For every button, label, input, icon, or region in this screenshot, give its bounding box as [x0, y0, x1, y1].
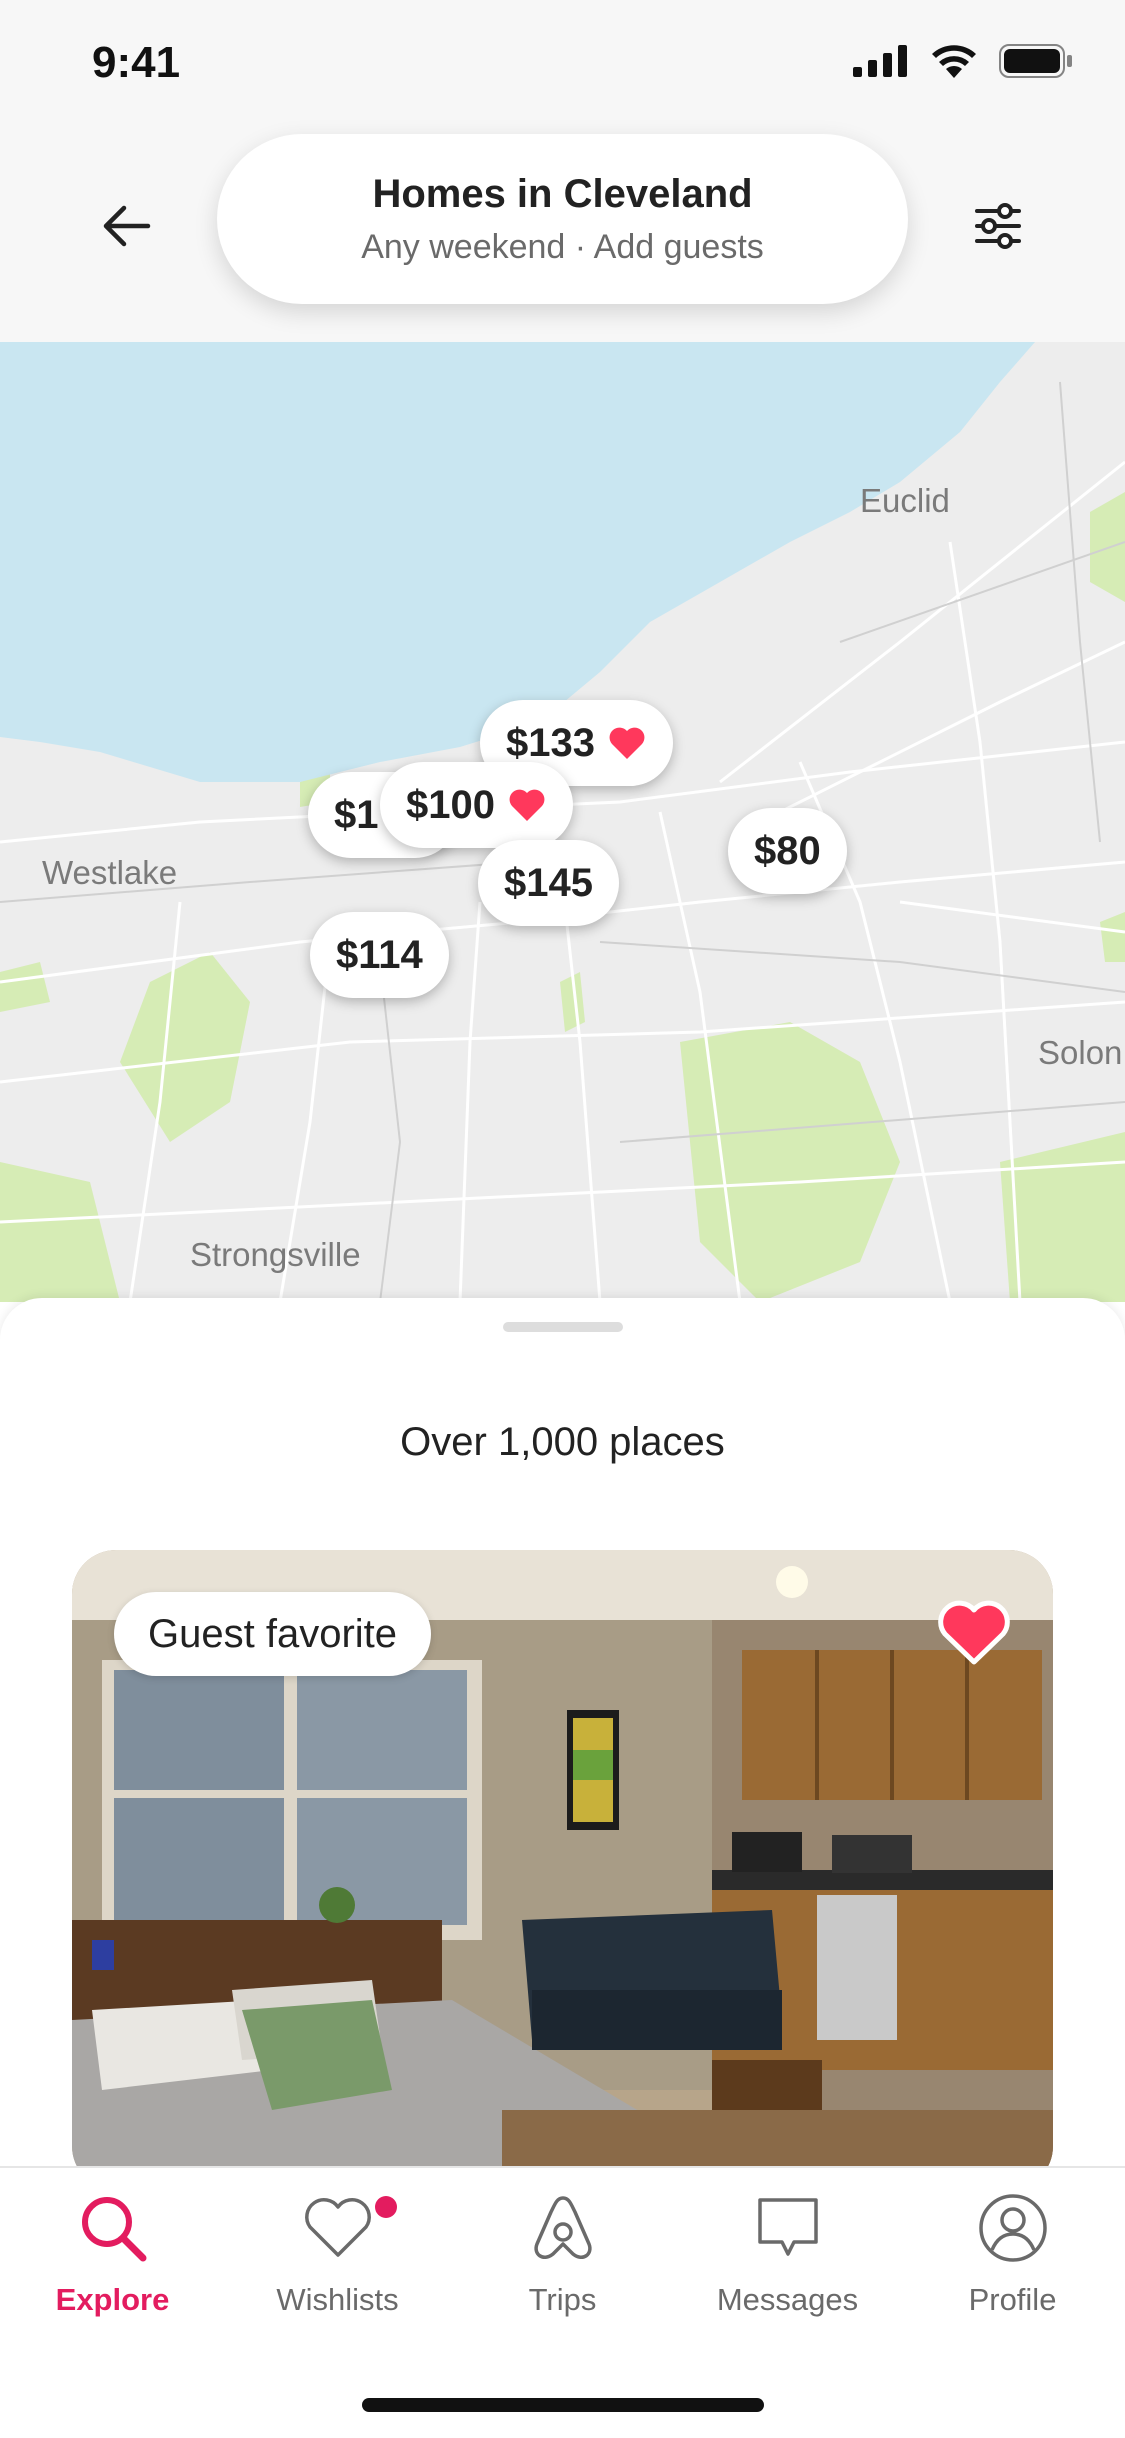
wishlist-heart-button[interactable] [937, 1598, 1011, 1668]
listing-photo[interactable]: Guest favorite [72, 1550, 1053, 2168]
heart-filled-icon [509, 789, 545, 821]
heart-icon [304, 2198, 371, 2257]
filters-button[interactable] [962, 190, 1034, 262]
arrow-left-icon [103, 205, 151, 247]
tab-wishlists[interactable]: Wishlists [225, 2188, 450, 2318]
notification-dot [375, 2196, 397, 2218]
guest-favorite-badge: Guest favorite [114, 1592, 432, 1676]
price-pin-80[interactable]: $80 [728, 808, 847, 894]
results-count: Over 1,000 places [400, 1420, 725, 1464]
status-icons [853, 44, 1073, 78]
price-pin-1-label: $1 [334, 792, 379, 837]
home-indicator[interactable] [362, 2398, 764, 2412]
tab-explore[interactable]: Explore [0, 2188, 225, 2318]
sheet-handle[interactable] [503, 1322, 623, 1332]
place-label-westlake: Westlake [42, 854, 178, 891]
wifi-icon [932, 45, 976, 78]
price-pin-145[interactable]: $145 [478, 840, 619, 926]
back-button[interactable] [90, 190, 162, 262]
price-pin-145-label: $145 [504, 860, 593, 905]
map[interactable]: Euclid Westlake Solon Strongsville $1 $1… [0, 342, 1125, 1302]
airbnb-logo-icon [533, 2196, 592, 2259]
tab-trips-label: Trips [528, 2282, 597, 2317]
status-time: 9:41 [92, 38, 181, 87]
tab-explore-label: Explore [55, 2282, 170, 2317]
status-bar: 9:41 [0, 0, 1125, 140]
battery-icon [999, 44, 1072, 78]
place-label-solon: Solon [1038, 1034, 1123, 1071]
heart-filled-icon [609, 727, 645, 759]
price-pin-114[interactable]: $114 [310, 912, 449, 998]
price-pin-80-label: $80 [754, 828, 821, 873]
message-icon [757, 2198, 818, 2256]
tab-messages[interactable]: Messages [675, 2188, 900, 2318]
profile-icon [978, 2194, 1047, 2262]
search-pill[interactable]: Homes in Cleveland Any weekend · Add gue… [217, 134, 908, 304]
results-sheet[interactable]: Over 1,000 places Guest favorite [0, 1298, 1125, 2168]
tab-wishlists-label: Wishlists [276, 2282, 399, 2317]
search-icon [81, 2197, 146, 2262]
tab-trips[interactable]: Trips [450, 2188, 675, 2318]
tab-messages-label: Messages [716, 2282, 859, 2317]
price-pin-100[interactable]: $100 [380, 762, 573, 848]
price-pin-114-label: $114 [336, 932, 423, 977]
place-label-euclid: Euclid [860, 482, 950, 519]
price-pin-133-label: $133 [506, 720, 595, 765]
search-subtitle: Any weekend · Add guests [361, 228, 764, 266]
filters-icon [975, 203, 1021, 249]
tab-profile[interactable]: Profile [900, 2188, 1125, 2318]
price-pin-100-label: $100 [406, 782, 495, 827]
signal-icon [853, 45, 907, 77]
tab-profile-label: Profile [968, 2282, 1057, 2317]
place-label-strongsville: Strongsville [190, 1236, 361, 1273]
search-title: Homes in Cleveland [372, 172, 753, 216]
